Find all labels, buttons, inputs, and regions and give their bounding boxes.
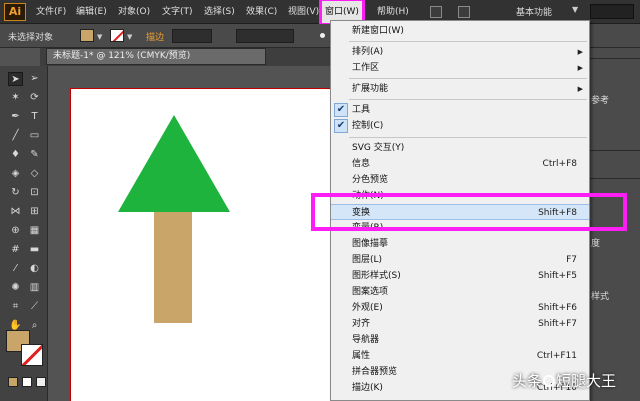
menu-item-info[interactable]: 信息 Ctrl+F8 bbox=[331, 156, 589, 172]
pencil-tool-icon[interactable]: ✎ bbox=[27, 148, 42, 162]
width-tool-icon[interactable]: ⋈ bbox=[8, 205, 23, 219]
blend-tool-icon[interactable]: ◐ bbox=[27, 262, 42, 276]
menu-separator bbox=[349, 78, 587, 79]
watermark: 头条 短腿大王 bbox=[512, 372, 617, 390]
menu-separator bbox=[349, 41, 587, 42]
bridge-icon[interactable] bbox=[430, 6, 442, 18]
chevron-down-icon: ▼ bbox=[572, 5, 579, 14]
artboard-tool-icon[interactable]: ⌗ bbox=[8, 300, 23, 314]
menu-object[interactable]: 对象(O) bbox=[118, 0, 150, 24]
stroke-color-box[interactable] bbox=[21, 344, 43, 366]
stroke-label[interactable]: 描边 bbox=[146, 30, 164, 43]
panel-label-reference[interactable]: 参考 bbox=[591, 93, 609, 106]
paintbrush-tool-icon[interactable]: ♦ bbox=[8, 148, 23, 162]
chevron-right-icon: ▶ bbox=[577, 85, 583, 93]
selection-status: 未选择对象 bbox=[8, 33, 54, 43]
tree-trunk bbox=[154, 205, 192, 323]
menu-item-attributes[interactable]: 属性 Ctrl+F11 bbox=[331, 348, 589, 364]
arrange-documents-icon[interactable] bbox=[458, 6, 470, 18]
menu-select[interactable]: 选择(S) bbox=[204, 0, 235, 24]
menu-item-extensions[interactable]: 扩展功能 ▶ bbox=[331, 81, 589, 97]
stroke-color-swatch[interactable] bbox=[110, 29, 124, 42]
menu-item-arrange[interactable]: 排列(A) ▶ bbox=[331, 44, 589, 60]
perspective-grid-tool-icon[interactable]: ▦ bbox=[27, 224, 42, 238]
rotate-tool-icon[interactable]: ↻ bbox=[8, 186, 23, 200]
free-transform-tool-icon[interactable]: ⊞ bbox=[27, 205, 42, 219]
direct-selection-tool-icon[interactable]: ➢ bbox=[27, 72, 42, 86]
panel-divider bbox=[588, 58, 640, 59]
chevron-down-icon[interactable]: ▼ bbox=[97, 33, 102, 41]
menu-item-pattern-options[interactable]: 图案选项 bbox=[331, 284, 589, 300]
none-mode-swatch[interactable] bbox=[36, 377, 46, 387]
selection-tool-icon[interactable]: ➤ bbox=[8, 72, 23, 86]
mesh-tool-icon[interactable]: # bbox=[8, 243, 23, 257]
menu-item-align[interactable]: 对齐 Shift+F7 bbox=[331, 316, 589, 332]
checkmark-icon: ✔ bbox=[334, 103, 348, 117]
at-icon bbox=[543, 375, 556, 387]
stroke-weight-field[interactable] bbox=[172, 29, 212, 43]
search-input[interactable] bbox=[590, 4, 634, 19]
lasso-tool-icon[interactable]: ⟳ bbox=[27, 91, 42, 105]
menu-item-svg-interactivity[interactable]: SVG 交互(Y) bbox=[331, 140, 589, 156]
symbol-sprayer-tool-icon[interactable]: ✺ bbox=[8, 281, 23, 295]
tree-top bbox=[118, 115, 230, 212]
line-tool-icon[interactable]: ╱ bbox=[8, 129, 23, 143]
fill-color-swatch[interactable] bbox=[80, 29, 94, 42]
menu-item-new-window[interactable]: 新建窗口(W) bbox=[331, 23, 589, 39]
panel-label-degree[interactable]: 度 bbox=[591, 236, 600, 249]
menu-item-graphic-styles[interactable]: 图形样式(S) Shift+F5 bbox=[331, 268, 589, 284]
blob-brush-tool-icon[interactable]: ◈ bbox=[8, 167, 23, 181]
slice-tool-icon[interactable]: ⟋ bbox=[27, 300, 42, 314]
annotation-highlight-box bbox=[311, 193, 627, 231]
eyedropper-tool-icon[interactable]: ⁄ bbox=[8, 262, 23, 276]
scale-tool-icon[interactable]: ⊡ bbox=[27, 186, 42, 200]
eraser-tool-icon[interactable]: ◇ bbox=[27, 167, 42, 181]
panel-divider bbox=[588, 178, 640, 179]
menu-separator bbox=[349, 137, 587, 138]
menu-item-navigator[interactable]: 导航器 bbox=[331, 332, 589, 348]
magic-wand-icon[interactable]: ✶ bbox=[8, 91, 23, 105]
menu-separator bbox=[349, 99, 587, 100]
chevron-right-icon: ▶ bbox=[577, 64, 583, 72]
brush-definition-icon[interactable] bbox=[320, 33, 325, 38]
pen-tool-icon[interactable]: ✒ bbox=[8, 110, 23, 124]
menu-item-image-trace[interactable]: 图像描摹 bbox=[331, 236, 589, 252]
panel-divider bbox=[588, 150, 640, 151]
menu-item-tools[interactable]: ✔ 工具 bbox=[331, 102, 589, 118]
type-tool-icon[interactable]: T bbox=[27, 110, 42, 124]
menu-edit[interactable]: 编辑(E) bbox=[76, 0, 107, 24]
chevron-down-icon[interactable]: ▼ bbox=[127, 33, 132, 41]
menu-item-separations-preview[interactable]: 分色预览 bbox=[331, 172, 589, 188]
checkmark-icon: ✔ bbox=[334, 119, 348, 133]
column-graph-tool-icon[interactable]: ▥ bbox=[27, 281, 42, 295]
panel-label-style[interactable]: 样式 bbox=[591, 289, 609, 302]
menu-type[interactable]: 文字(T) bbox=[162, 0, 193, 24]
color-mode-swatch[interactable] bbox=[8, 377, 18, 387]
menu-file[interactable]: 文件(F) bbox=[36, 0, 66, 24]
menu-effect[interactable]: 效果(C) bbox=[246, 0, 277, 24]
menu-item-layers[interactable]: 图层(L) F7 bbox=[331, 252, 589, 268]
document-tab[interactable]: 未标题-1* @ 121% (CMYK/预览) bbox=[46, 48, 266, 65]
shape-builder-tool-icon[interactable]: ⊕ bbox=[8, 224, 23, 238]
gradient-tool-icon[interactable]: ▬ bbox=[27, 243, 42, 257]
tree-artwork[interactable] bbox=[118, 115, 230, 325]
variable-width-dropdown[interactable] bbox=[236, 29, 294, 43]
workspace-switcher[interactable]: 基本功能 bbox=[516, 5, 552, 18]
menu-item-control[interactable]: ✔ 控制(C) bbox=[331, 118, 589, 134]
rectangle-tool-icon[interactable]: ▭ bbox=[27, 129, 42, 143]
menu-item-appearance[interactable]: 外观(E) Shift+F6 bbox=[331, 300, 589, 316]
menu-view[interactable]: 视图(V) bbox=[288, 0, 319, 24]
illustrator-logo: Ai bbox=[4, 3, 26, 21]
menu-item-workspace[interactable]: 工作区 ▶ bbox=[331, 60, 589, 76]
chevron-right-icon: ▶ bbox=[577, 48, 583, 56]
gradient-mode-swatch[interactable] bbox=[22, 377, 32, 387]
